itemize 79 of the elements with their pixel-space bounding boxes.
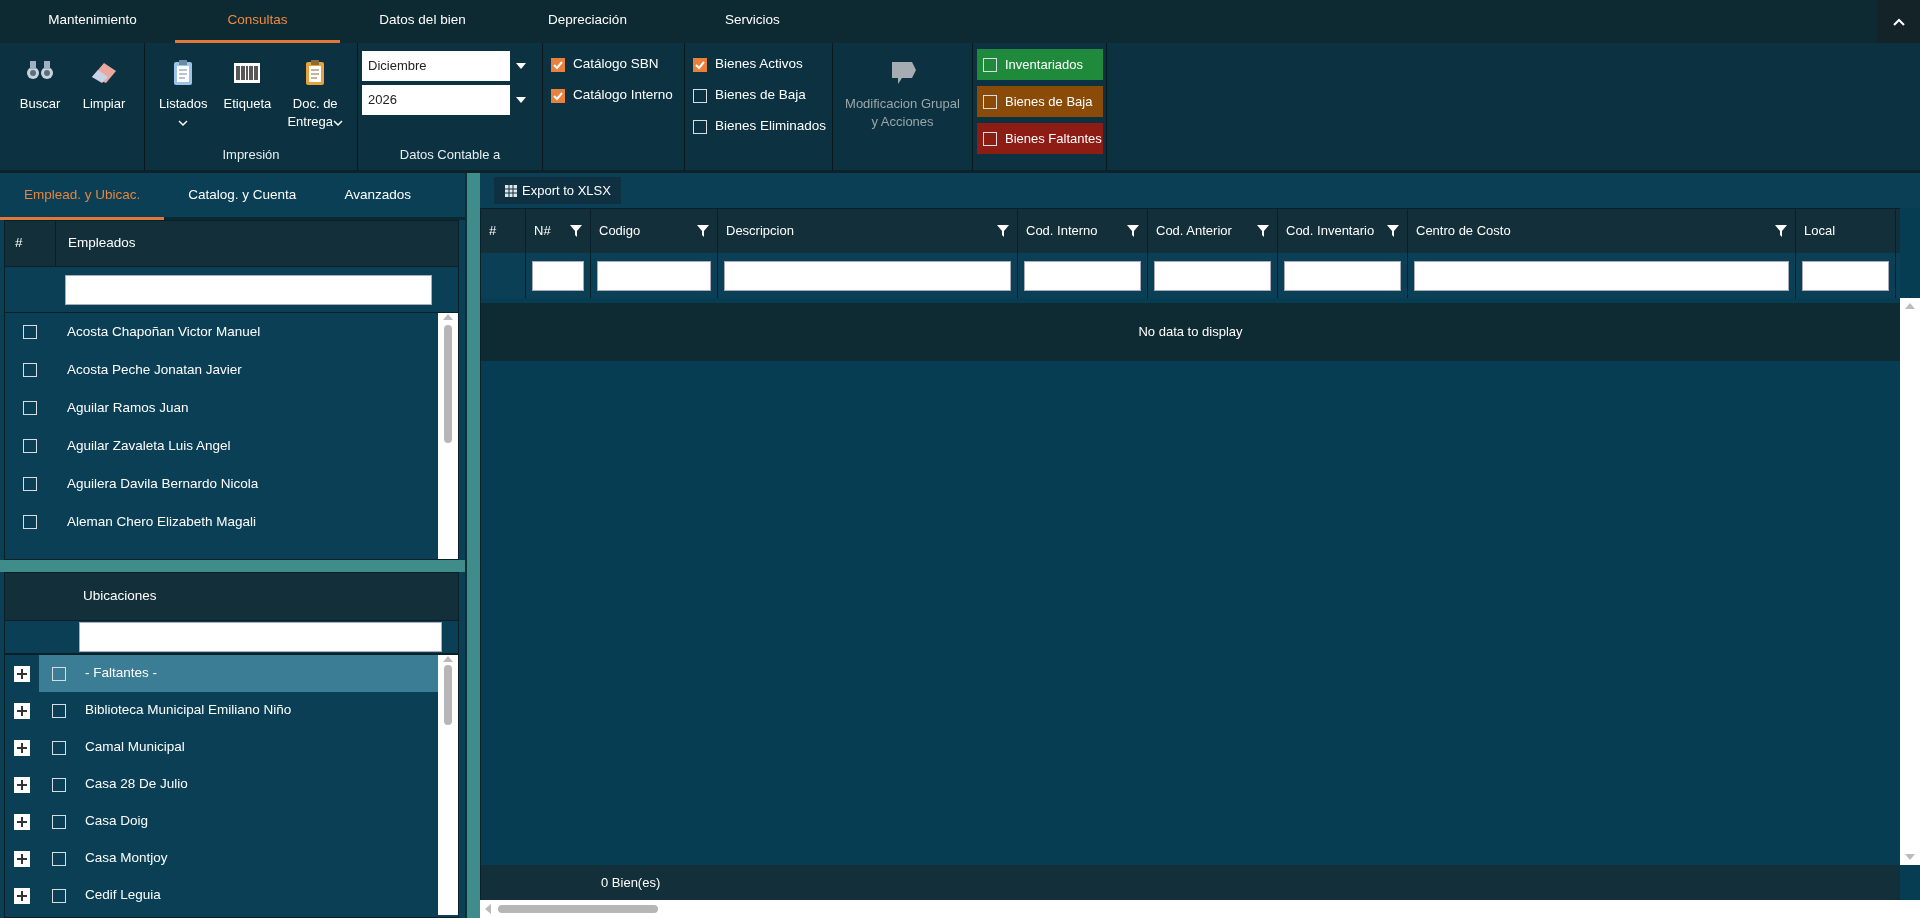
scroll-left-icon xyxy=(484,904,492,914)
checkbox[interactable] xyxy=(551,88,565,103)
filter-field[interactable] xyxy=(1154,260,1271,291)
status-filter[interactable]: Bienes de Baja xyxy=(977,86,1103,117)
spreadsheet-icon xyxy=(504,183,518,198)
ribbon-button[interactable]: Etiqueta xyxy=(217,47,278,144)
group-label: Datos Contable a xyxy=(399,147,501,162)
filter-field[interactable] xyxy=(65,274,432,305)
filter-field[interactable] xyxy=(532,260,584,291)
filter-field[interactable] xyxy=(1284,260,1401,291)
column-header: Ubicaciones xyxy=(83,587,157,606)
splitter[interactable] xyxy=(465,173,480,918)
caret-down-icon xyxy=(516,97,526,103)
scrollbar-thumb[interactable] xyxy=(444,665,452,725)
menu-tab[interactable]: Depreciación xyxy=(505,0,670,43)
location-name[interactable]: Biblioteca Municipal Emiliano Niño xyxy=(79,700,292,721)
chevron-down-icon xyxy=(333,118,343,127)
column-header: # xyxy=(14,234,24,253)
ribbon-button[interactable]: Limpiar xyxy=(74,47,134,144)
filter-field[interactable] xyxy=(1024,260,1141,291)
ribbon-button[interactable]: Doc. de Entrega xyxy=(281,47,349,144)
chevron-down-icon xyxy=(178,118,189,127)
scrollbar-thumb[interactable] xyxy=(498,905,658,913)
location-name[interactable]: - Faltantes - xyxy=(79,663,158,684)
expand-icon[interactable] xyxy=(14,850,30,867)
panel-tab[interactable]: Avanzados xyxy=(320,173,435,220)
scrollbar[interactable] xyxy=(1900,298,1920,865)
menu-tab[interactable]: Datos del bien xyxy=(340,0,505,43)
export-button[interactable]: Export to XLSX xyxy=(494,176,621,205)
location-name[interactable]: Cedif Leguia xyxy=(79,885,161,906)
location-name[interactable]: Casa Doig xyxy=(79,811,149,832)
expand-icon[interactable] xyxy=(14,665,30,682)
group-label: Impresión xyxy=(222,147,280,162)
employee-name[interactable]: Acosta Peche Jonatan Javier xyxy=(55,359,242,381)
ribbon-button[interactable]: Buscar xyxy=(10,47,70,144)
scrollbar-thumb[interactable] xyxy=(444,325,452,443)
scrollbar[interactable] xyxy=(438,655,458,915)
checkbox[interactable] xyxy=(693,57,707,72)
employee-name[interactable]: Aguilar Ramos Juan xyxy=(55,397,189,419)
expand-icon[interactable] xyxy=(14,813,30,830)
filter-field[interactable] xyxy=(79,622,442,652)
scrollbar[interactable] xyxy=(438,313,458,559)
chevron-up-icon xyxy=(1892,17,1905,26)
filter-field[interactable] xyxy=(1414,260,1789,291)
location-name[interactable]: Camal Municipal xyxy=(79,737,185,758)
scroll-up-icon xyxy=(1905,302,1915,310)
scroll-up-icon xyxy=(443,655,453,663)
menu-tab[interactable]: Mantenimiento xyxy=(10,0,175,43)
expand-icon[interactable] xyxy=(14,702,30,719)
employee-name[interactable]: Acosta Chapoñan Victor Manuel xyxy=(55,321,261,343)
checkbox-label: Catálogo Interno xyxy=(573,86,673,105)
checkbox-label: Bienes Eliminados xyxy=(715,117,827,136)
location-name[interactable]: Casa Montjoy xyxy=(79,848,168,869)
checkbox-label: Catálogo SBN xyxy=(573,55,659,74)
expand-icon[interactable] xyxy=(14,887,30,904)
filter-field[interactable] xyxy=(724,260,1011,291)
employee-name[interactable]: Aguilar Zavaleta Luis Angel xyxy=(55,435,231,457)
column-header: Empleados xyxy=(55,221,458,266)
status-filter[interactable]: Bienes Faltantes xyxy=(977,123,1103,154)
status-filter[interactable]: Inventariados xyxy=(977,49,1103,80)
menu-tab[interactable]: Servicios xyxy=(670,0,835,43)
employee-name[interactable]: Aguilera Davila Bernardo Nicola xyxy=(55,473,259,495)
location-name[interactable]: Casa 28 De Julio xyxy=(79,774,188,795)
filter-field[interactable] xyxy=(597,260,711,291)
scroll-down-icon xyxy=(1905,853,1915,861)
ribbon-button[interactable]: Listados xyxy=(153,47,214,144)
scroll-up-icon xyxy=(443,313,453,321)
filter-field[interactable] xyxy=(1802,260,1889,291)
expand-icon[interactable] xyxy=(14,776,30,793)
checkbox-label: Bienes de Baja xyxy=(715,86,806,105)
empty-message: No data to display xyxy=(1138,323,1243,342)
checkbox[interactable] xyxy=(551,57,565,72)
scrollbar[interactable] xyxy=(480,900,1920,918)
footer-count: 0 Bien(es) xyxy=(601,873,661,892)
employee-name[interactable]: Aleman Chero Elizabeth Magali xyxy=(55,511,257,533)
checkbox-label: Bienes Activos xyxy=(715,55,803,74)
caret-down-icon xyxy=(516,63,526,69)
panel-tab[interactable]: Catalog. y Cuenta xyxy=(164,173,321,220)
expand-icon[interactable] xyxy=(14,739,30,756)
